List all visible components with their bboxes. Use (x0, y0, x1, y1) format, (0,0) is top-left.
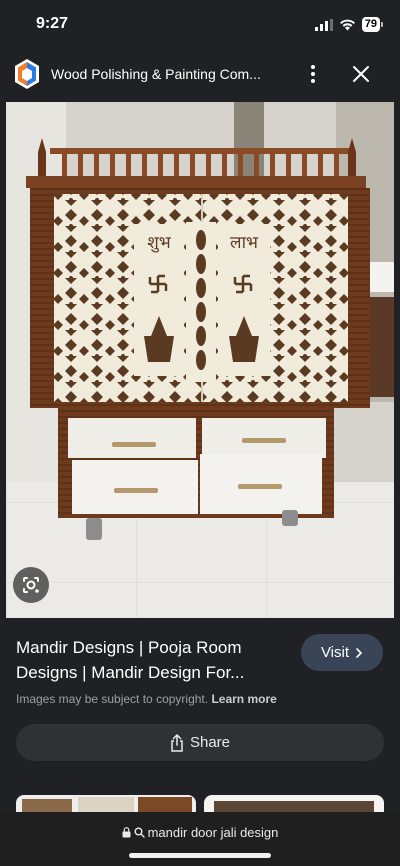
status-icons: 79 (314, 17, 384, 32)
mandir-illustration: शुभ लाभ (6, 102, 394, 618)
wifi-icon (339, 19, 355, 30)
bottom-url-bar[interactable]: mandir door jali design (0, 812, 400, 866)
google-lens-button[interactable] (13, 567, 49, 603)
close-icon[interactable] (349, 62, 373, 86)
signal-icon (314, 18, 333, 31)
app-header: Wood Polishing & Painting Com... (0, 52, 400, 96)
share-label: Share (189, 734, 231, 751)
status-time: 9:27 (36, 15, 69, 32)
chevron-right-icon (356, 647, 363, 658)
url-display[interactable]: mandir door jali design (0, 825, 400, 840)
result-title[interactable]: Mandir Designs | Pooja Room Designs | Ma… (16, 635, 286, 685)
search-icon (134, 827, 145, 838)
mandir-image[interactable]: शुभ लाभ (6, 102, 394, 618)
share-icon (171, 733, 183, 752)
battery-indicator: 79 (361, 17, 384, 32)
more-vertical-icon[interactable] (303, 62, 323, 86)
lens-icon (23, 577, 39, 593)
site-logo[interactable] (14, 58, 40, 90)
url-query: mandir door jali design (147, 825, 279, 840)
copyright-text: Images may be subject to copyright. (16, 692, 209, 706)
visit-button[interactable]: Visit (301, 634, 383, 671)
home-indicator[interactable] (129, 853, 271, 858)
lock-icon (122, 827, 131, 838)
visit-label: Visit (320, 644, 350, 661)
status-bar: 9:27 79 (0, 0, 400, 50)
header-title: Wood Polishing & Painting Com... (51, 66, 261, 82)
learn-more-link[interactable]: Learn more (211, 692, 276, 706)
share-button[interactable]: Share (16, 724, 384, 761)
shubh-text: शुभ (147, 233, 172, 253)
labh-text: लाभ (230, 233, 259, 253)
copyright-note: Images may be subject to copyright. Lear… (16, 692, 277, 706)
